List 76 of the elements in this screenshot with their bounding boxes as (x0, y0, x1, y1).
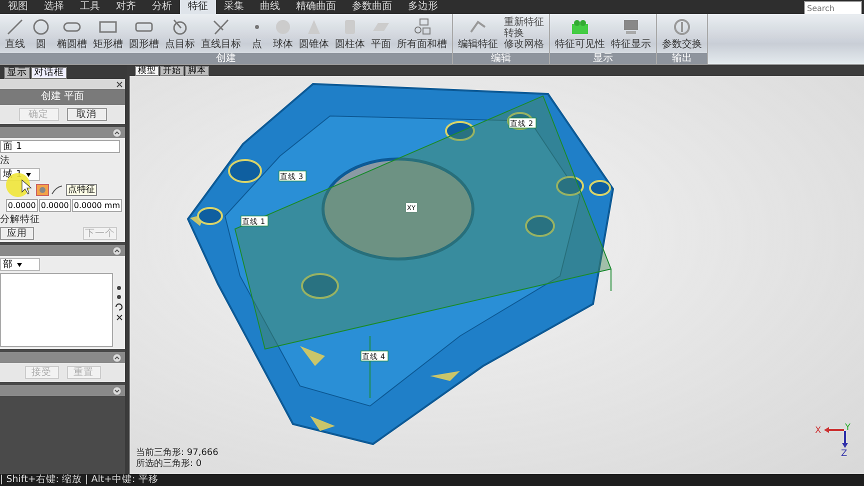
menu-tab[interactable]: 精确曲面 (288, 0, 344, 14)
dialog-title: 创建 平面 (0, 89, 125, 105)
ribbon-button[interactable]: 圆柱体 (332, 16, 368, 50)
refresh-icon[interactable] (115, 303, 123, 311)
ribbon-button[interactable]: 编辑特征 (455, 16, 501, 50)
bolt-hole (589, 180, 611, 196)
ribbon-button[interactable]: 转换 (501, 28, 547, 39)
exchange-icon (672, 16, 692, 36)
dot-icon (255, 24, 259, 28)
triangle-count: 当前三角形: 97,666 (136, 448, 218, 458)
coordinate-field[interactable]: 0.0000 (6, 199, 38, 212)
caret-icon (26, 172, 32, 176)
caret-icon (17, 262, 22, 266)
ribbon-button[interactable]: 椭圆槽 (54, 16, 90, 50)
panel-tab[interactable]: 显示 (4, 67, 30, 79)
dot-icon[interactable] (116, 285, 122, 291)
ribbon-button[interactable]: 重新特征 (501, 17, 547, 28)
ribbon-button[interactable]: 特征可见性 (552, 16, 608, 50)
menu-tab[interactable]: 工具 (72, 0, 108, 14)
menu-tab[interactable]: 分析 (144, 0, 180, 14)
decompose-label: 分解特征 (0, 214, 41, 225)
axis-triad-drawing: X Y Z (814, 422, 854, 456)
triangle-count: 所选的三角形: 0 (136, 459, 203, 470)
view-tab[interactable]: 开始 (160, 66, 184, 76)
circle-icon (31, 16, 51, 36)
collapse-icon[interactable] (112, 246, 122, 256)
close-icon[interactable] (116, 314, 122, 321)
coordinate-field[interactable]: 0.0000 (38, 199, 71, 212)
view-tab[interactable]: 模型 (135, 66, 159, 76)
menu-tab[interactable]: 参数曲面 (344, 0, 400, 14)
coordinate-field[interactable]: 0.0000 mm (72, 199, 122, 212)
close-icon[interactable] (116, 80, 123, 88)
ribbon-button[interactable]: 点 (244, 16, 270, 50)
menu-tab[interactable]: 特征 (180, 0, 216, 14)
dot-icon[interactable] (116, 294, 122, 300)
ribbon-button[interactable]: 圆锥体 (296, 16, 332, 50)
ribbon-button[interactable]: 矩形槽 (90, 16, 126, 50)
group-label: 创建 (0, 53, 452, 64)
search-field[interactable]: Search (804, 1, 862, 15)
expand-icon[interactable] (112, 386, 122, 396)
dialog-button[interactable]: 应用 (0, 227, 34, 240)
method-label: 法 (0, 155, 11, 166)
line-target-icon (211, 16, 231, 36)
menu-tab[interactable]: 采集 (216, 0, 252, 14)
name-field[interactable]: 面 1 (0, 140, 120, 153)
group-label: 输出 (657, 53, 707, 64)
menu-tab[interactable]: 视图 (0, 0, 36, 14)
dialog-button[interactable]: 取消 (66, 108, 106, 121)
menu-tab[interactable]: 对齐 (108, 0, 144, 14)
ribbon-button[interactable]: 圆形槽 (126, 16, 162, 50)
collapse-icon[interactable] (112, 128, 122, 138)
ribbon-button[interactable]: 直线目标 (198, 16, 244, 50)
ribbon-button[interactable]: 所有面和槽 (394, 16, 450, 50)
group-label: 显示 (550, 53, 656, 64)
status-text: | Shift+右键: 缩放 | Alt+中键: 平移 (0, 474, 158, 486)
filter-dropdown[interactable]: 部 (0, 258, 40, 271)
bolt-hole (301, 273, 339, 299)
ribbon-button[interactable]: 参数交换 (659, 16, 705, 50)
ribbon-button[interactable]: 特征显示 (608, 16, 654, 50)
curve-icon[interactable] (51, 185, 63, 195)
collapse-icon[interactable] (112, 352, 122, 362)
ribbon-button[interactable]: 球体 (270, 16, 296, 50)
ribbon-button[interactable]: 直线 (2, 16, 28, 50)
menu-tab[interactable]: 选择 (36, 0, 72, 14)
line-icon (5, 16, 25, 36)
group-label: 编辑 (453, 53, 549, 64)
ribbon-button[interactable]: 平面 (368, 16, 394, 50)
panel-tab[interactable]: 对话框 (31, 67, 67, 79)
menu-tab[interactable]: 曲线 (252, 0, 288, 14)
tooltip: 点特征 (66, 184, 97, 196)
view-tab[interactable]: 脚本 (185, 66, 209, 76)
ribbon-button[interactable]: 修改网格 (501, 39, 547, 50)
ribbon-button[interactable]: 圆 (28, 16, 54, 50)
menu-tab[interactable]: 多边形 (400, 0, 446, 14)
ribbon-button[interactable]: 点目标 (162, 16, 198, 50)
shapes-icon (412, 16, 432, 36)
